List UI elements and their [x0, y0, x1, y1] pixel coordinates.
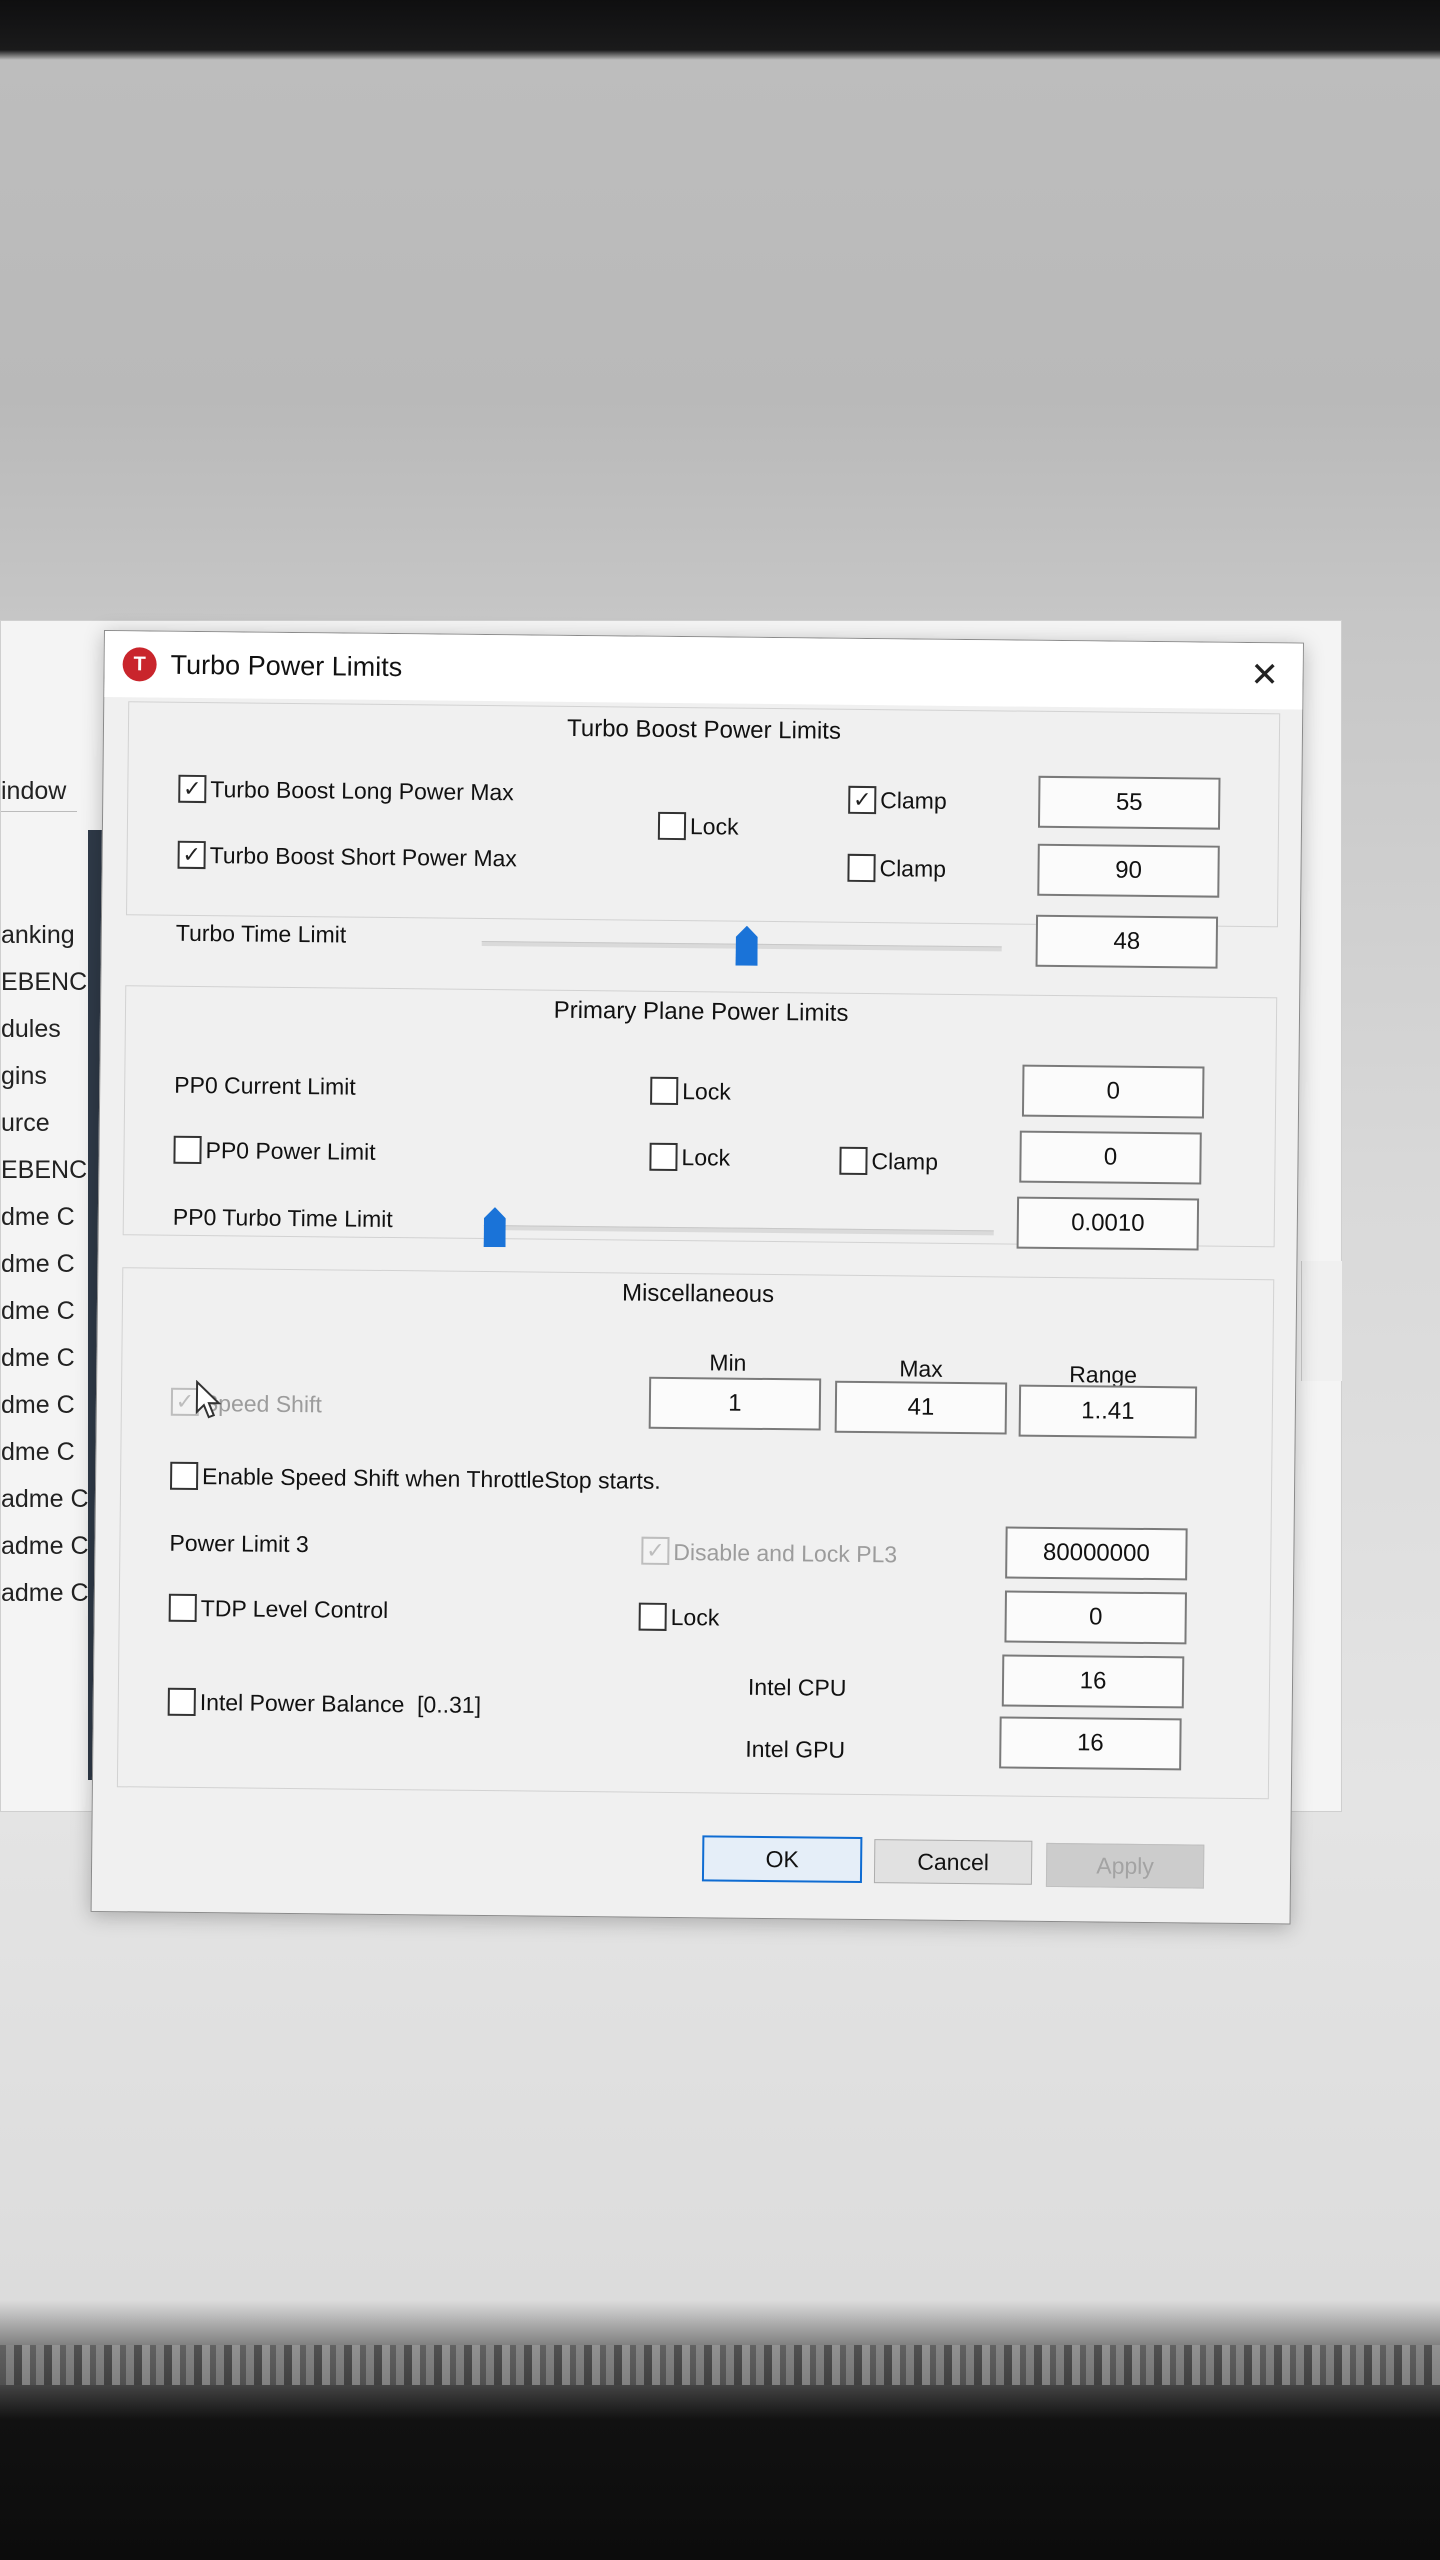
- cancel-button[interactable]: Cancel: [873, 1839, 1033, 1885]
- dialog-titlebar[interactable]: T Turbo Power Limits ✕: [104, 631, 1303, 710]
- turbo-long-value-field[interactable]: 55: [1037, 775, 1221, 830]
- intel-cpu-value-field[interactable]: 16: [1001, 1654, 1185, 1709]
- pp0-time-value-field[interactable]: 0.0010: [1016, 1196, 1200, 1251]
- min-header: Min: [709, 1349, 747, 1376]
- close-icon: ✕: [1250, 656, 1280, 695]
- turbo-lock-checkbox[interactable]: [657, 811, 687, 841]
- disable-lock-pl3-label: Disable and Lock PL3: [673, 1539, 898, 1568]
- background-sidebar-item[interactable]: dme C: [1, 1250, 89, 1279]
- turbo-long-clamp-checkbox[interactable]: ✓: [848, 785, 877, 815]
- tdp-lock-label: Lock: [670, 1603, 720, 1631]
- disable-lock-pl3-checkbox[interactable]: ✓: [641, 1536, 670, 1565]
- background-sidebar-item[interactable]: dme C: [1, 1438, 89, 1467]
- pp0-time-label: PP0 Turbo Time Limit: [172, 1203, 393, 1233]
- throttlestop-app-icon: T: [122, 647, 157, 682]
- ok-button[interactable]: OK: [701, 1835, 863, 1884]
- turbo-time-value-field[interactable]: 48: [1035, 914, 1219, 969]
- pp0-power-checkbox[interactable]: [173, 1135, 202, 1165]
- intel-power-balance-checkbox[interactable]: [167, 1687, 196, 1717]
- intel-gpu-label: Intel GPU: [745, 1735, 846, 1763]
- background-sidebar-item[interactable]: urce: [1, 1109, 89, 1138]
- intel-cpu-label: Intel CPU: [747, 1673, 847, 1701]
- turbo-long-label: Turbo Boost Long Power Max: [210, 776, 514, 806]
- turbo-power-limits-dialog: T Turbo Power Limits ✕ Turbo Boost Power…: [90, 630, 1304, 1925]
- background-sidebar-item[interactable]: adme C: [1, 1579, 89, 1608]
- power-limit-3-label: Power Limit 3: [169, 1529, 309, 1558]
- intel-power-balance-text: Intel Power Balance: [199, 1689, 405, 1718]
- background-sidebar-item[interactable]: adme C: [1, 1532, 89, 1561]
- intel-power-balance-label: Intel Power Balance [0..31]: [200, 1689, 482, 1719]
- turbo-long-clamp-label: Clamp: [880, 787, 947, 814]
- background-sidebar-item[interactable]: dme C: [1, 1391, 89, 1420]
- max-header: Max: [899, 1355, 943, 1382]
- monitor-bezel-edge: [0, 2345, 1440, 2385]
- background-sidebar-item[interactable]: dme C: [1, 1297, 89, 1326]
- enable-speed-shift-checkbox[interactable]: [170, 1461, 199, 1491]
- turbo-short-checkbox[interactable]: ✓: [177, 840, 206, 870]
- tdp-value-field[interactable]: 0: [1004, 1590, 1187, 1645]
- background-sidebar-item[interactable]: EBENC: [1, 1156, 89, 1185]
- background-sidebar-item[interactable]: adme C: [1, 1485, 89, 1514]
- turbo-boost-group: Turbo Boost Power Limits ✓ Turbo Boost L…: [126, 701, 1281, 928]
- intel-gpu-value-field[interactable]: 16: [999, 1716, 1182, 1771]
- speed-shift-range-field: 1..41: [1018, 1384, 1198, 1439]
- pp0-power-clamp-checkbox[interactable]: [839, 1146, 868, 1176]
- turbo-long-checkbox[interactable]: ✓: [178, 774, 207, 804]
- close-button[interactable]: ✕: [1244, 655, 1284, 695]
- pp0-current-lock-label: Lock: [682, 1078, 731, 1105]
- turbo-boost-group-title: Turbo Boost Power Limits: [566, 714, 842, 745]
- dialog-title: Turbo Power Limits: [170, 649, 403, 683]
- pp0-power-lock-checkbox[interactable]: [649, 1142, 678, 1172]
- background-window-edge: [1301, 1261, 1342, 1381]
- check-icon: ✓: [646, 1537, 665, 1563]
- background-sidebar-item[interactable]: EBENC: [1, 968, 89, 997]
- tdp-level-control-checkbox[interactable]: [168, 1593, 197, 1623]
- intel-power-balance-range: [0..31]: [416, 1691, 482, 1719]
- pl3-value-field[interactable]: 80000000: [1005, 1526, 1188, 1581]
- turbo-short-clamp-checkbox[interactable]: [847, 853, 876, 883]
- turbo-time-slider-thumb[interactable]: [735, 926, 757, 966]
- turbo-time-label: Turbo Time Limit: [175, 919, 347, 948]
- turbo-lock-label: Lock: [689, 813, 739, 840]
- pp0-power-value-field[interactable]: 0: [1019, 1130, 1202, 1185]
- check-icon: ✓: [175, 1388, 195, 1414]
- pp0-power-clamp-label: Clamp: [871, 1148, 939, 1175]
- check-icon: ✓: [182, 775, 202, 802]
- pp0-current-lock-checkbox[interactable]: [650, 1076, 679, 1106]
- pp0-current-label: PP0 Current Limit: [174, 1071, 356, 1100]
- tdp-level-control-label: TDP Level Control: [200, 1595, 389, 1624]
- pp0-group-title: Primary Plane Power Limits: [553, 996, 849, 1027]
- enable-speed-shift-label: Enable Speed Shift when ThrottleStop sta…: [202, 1463, 661, 1494]
- pp0-current-value-field[interactable]: 0: [1021, 1064, 1205, 1119]
- turbo-short-label: Turbo Boost Short Power Max: [209, 842, 518, 872]
- background-sidebar: anking EBENC dules gins urce EBENC dme C…: [1, 621, 101, 1811]
- turbo-short-clamp-label: Clamp: [879, 855, 947, 882]
- background-sidebar-item[interactable]: dules: [1, 1015, 89, 1044]
- turbo-short-value-field[interactable]: 90: [1037, 843, 1220, 898]
- mouse-pointer-icon: [195, 1379, 222, 1419]
- pp0-power-lock-label: Lock: [681, 1144, 731, 1171]
- pp0-power-label: PP0 Power Limit: [205, 1137, 376, 1165]
- background-sidebar-item[interactable]: dme C: [1, 1203, 89, 1232]
- check-icon: ✓: [182, 841, 202, 868]
- tdp-lock-checkbox[interactable]: [638, 1602, 667, 1631]
- apply-button[interactable]: Apply: [1045, 1842, 1205, 1889]
- background-sidebar-item[interactable]: dme C: [1, 1344, 89, 1373]
- background-sidebar-item[interactable]: gins: [1, 1062, 89, 1091]
- check-icon: ✓: [852, 786, 872, 813]
- misc-group-title: Miscellaneous: [621, 1279, 775, 1309]
- background-sidebar-item[interactable]: anking: [1, 921, 89, 950]
- speed-shift-max-field[interactable]: 41: [834, 1380, 1008, 1435]
- speed-shift-min-field[interactable]: 1: [648, 1376, 822, 1431]
